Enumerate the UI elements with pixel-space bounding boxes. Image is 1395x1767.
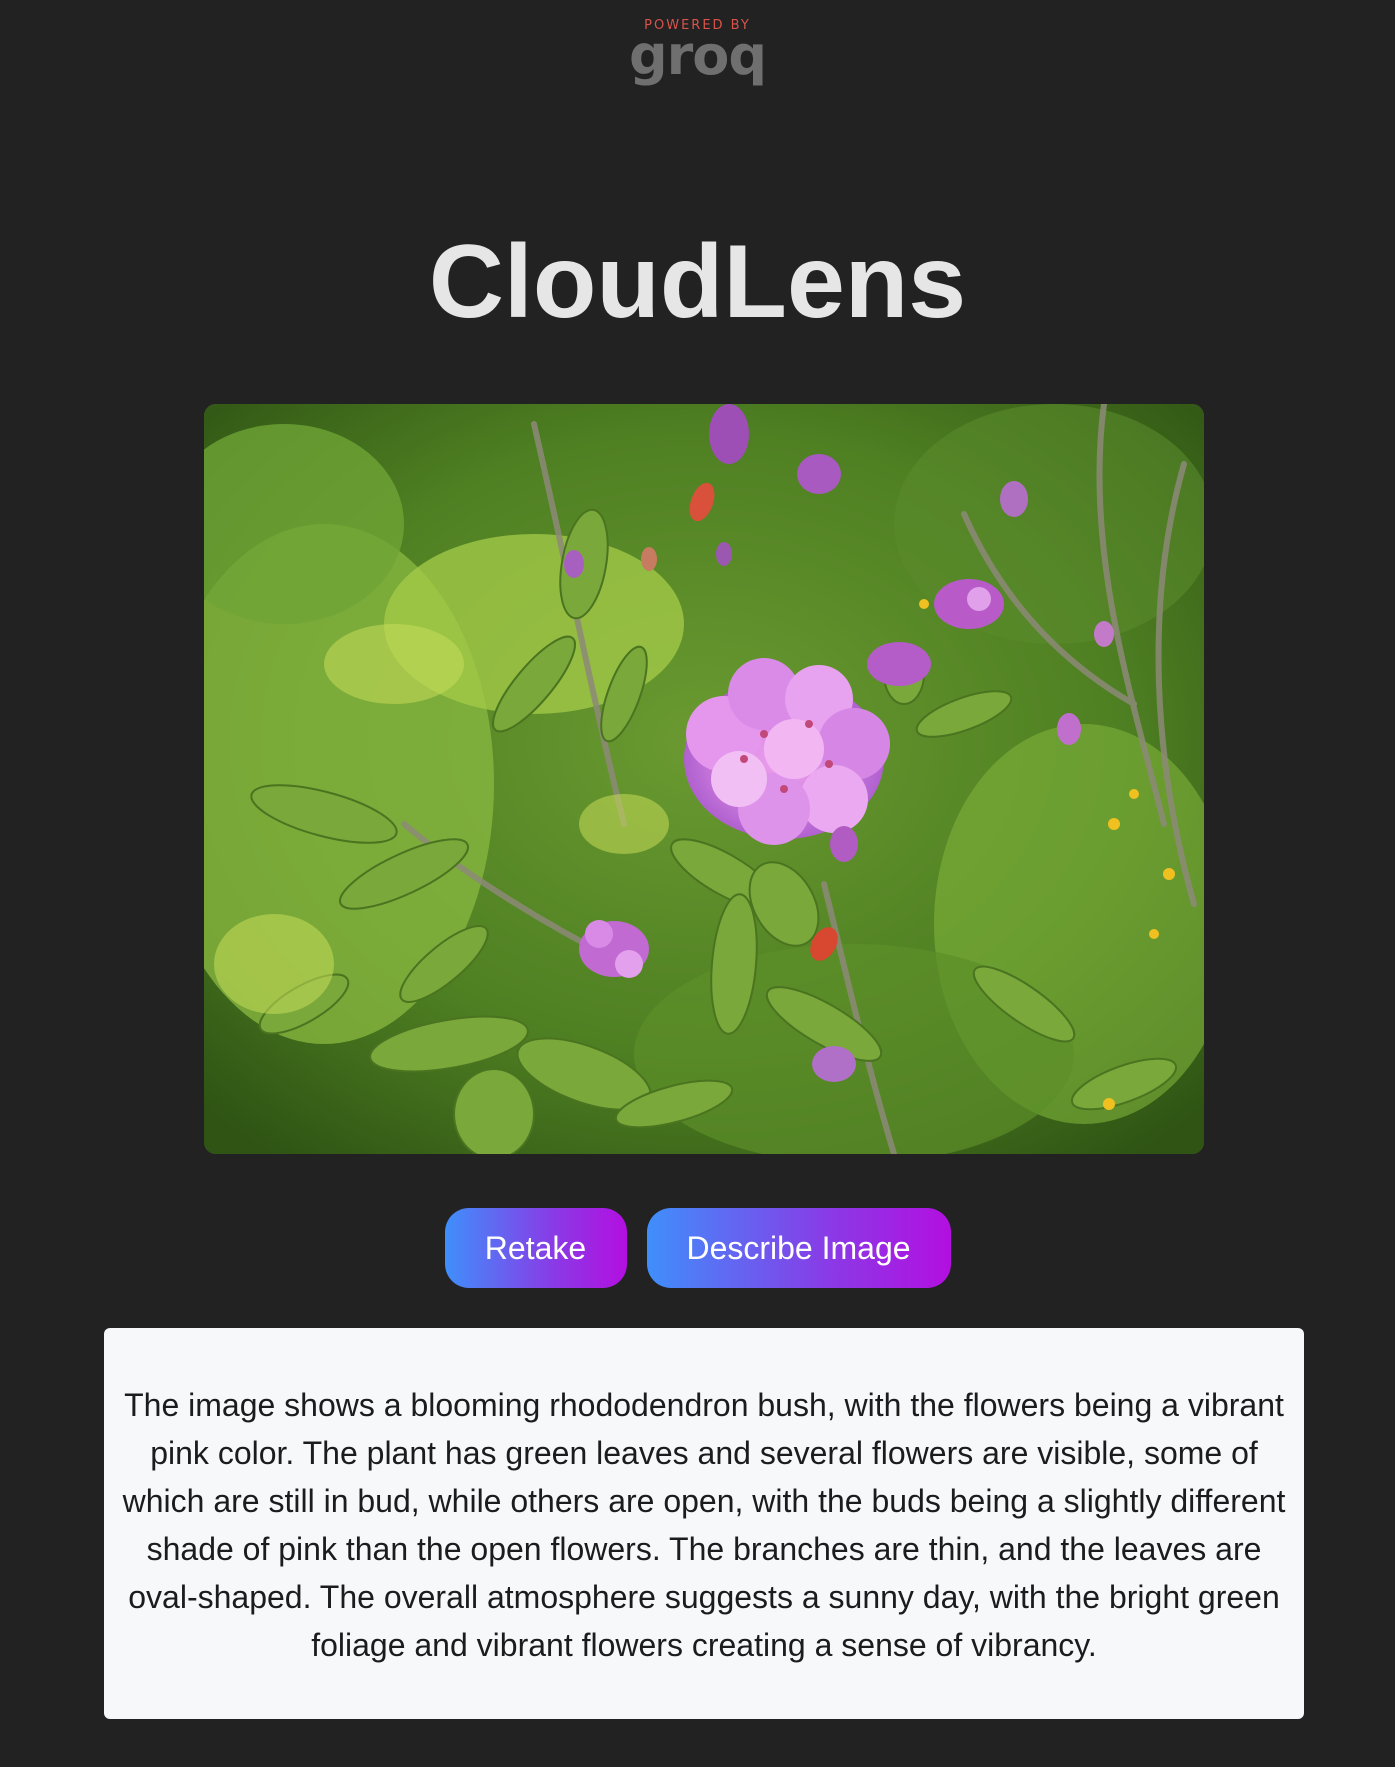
powered-by-badge: POWERED BY groq [0,18,1395,87]
retake-button[interactable]: Retake [444,1208,627,1288]
groq-logo: groq [628,24,767,87]
rhododendron-photo [204,404,1204,1154]
captured-photo [204,404,1204,1154]
description-text: The image shows a blooming rhododendron … [122,1387,1286,1663]
app-title: CloudLens [428,224,967,340]
action-buttons: Retake Describe Image [0,1208,1395,1288]
description-panel: The image shows a blooming rhododendron … [104,1328,1304,1719]
describe-image-button[interactable]: Describe Image [646,1208,951,1288]
